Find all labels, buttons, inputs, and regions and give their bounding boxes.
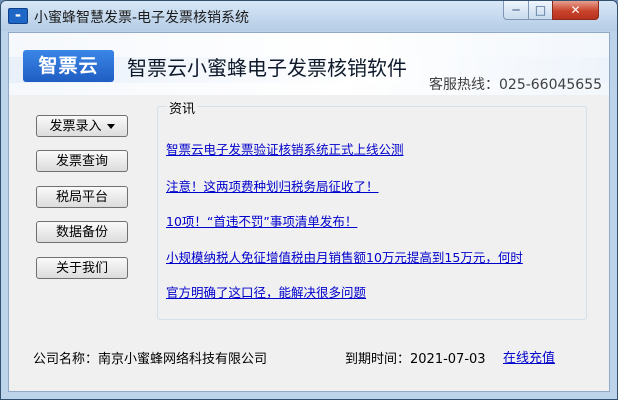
data-backup-button[interactable]: 数据备份	[36, 221, 128, 243]
maximize-button[interactable]: □	[528, 1, 553, 20]
invoice-query-button[interactable]: 发票查询	[36, 150, 128, 172]
news-heading: 资讯	[167, 98, 198, 117]
news-link[interactable]: 小规模纳税人免征增值税由月销售额10万元提高到15万元，何时	[166, 247, 523, 266]
app-window: ▬ 小蜜蜂智慧发票-电子发票核销系统 ─ □ ✕ 智票云 智票云小蜜蜂电子发票核…	[0, 0, 618, 400]
header-banner: 智票云 智票云小蜜蜂电子发票核销软件 客服热线：025-66045655	[9, 33, 609, 95]
news-link[interactable]: 智票云电子发票验证核销系统正式上线公测	[166, 139, 404, 158]
invoice-entry-label: 发票录入	[49, 119, 102, 134]
about-us-button[interactable]: 关于我们	[36, 257, 128, 279]
window-title: 小蜜蜂智慧发票-电子发票核销系统	[34, 10, 250, 26]
invoice-entry-button[interactable]: 发票录入	[36, 115, 128, 137]
brand-logo: 智票云	[23, 50, 114, 82]
news-link[interactable]: 官方明确了这口径，能解决很多问题	[166, 282, 366, 301]
expiry-date: 到期时间：2021-07-03	[345, 352, 486, 367]
news-link[interactable]: 10项！“首违不罚”事项清单发布！	[166, 211, 357, 230]
news-link[interactable]: 注意！这两项费种划归税务局征收了！	[166, 176, 379, 195]
app-icon: ▬	[8, 8, 28, 24]
banner-title: 智票云小蜜蜂电子发票核销软件	[127, 56, 407, 80]
online-recharge-link[interactable]: 在线充值	[503, 347, 555, 366]
client-area: 智票云 智票云小蜜蜂电子发票核销软件 客服热线：025-66045655 发票录…	[8, 32, 610, 392]
minimize-button[interactable]: ─	[503, 1, 529, 20]
service-hotline: 客服热线：025-66045655	[429, 77, 603, 93]
tax-platform-button[interactable]: 税局平台	[36, 186, 128, 208]
dropdown-arrow-icon	[106, 124, 115, 129]
company-name: 公司名称：南京小蜜蜂网络科技有限公司	[33, 352, 268, 367]
title-bar[interactable]: ▬ 小蜜蜂智慧发票-电子发票核销系统 ─ □ ✕	[1, 1, 617, 31]
close-button[interactable]: ✕	[552, 1, 599, 20]
